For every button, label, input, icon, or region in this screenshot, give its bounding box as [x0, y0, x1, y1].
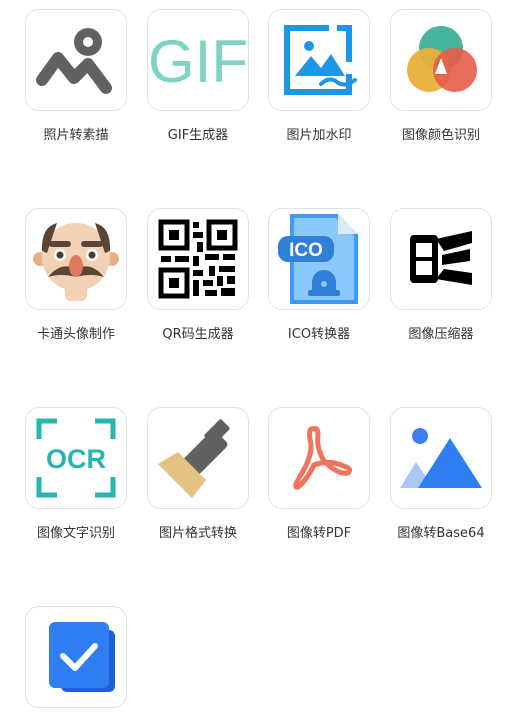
- cartoon-avatar-icon: [25, 208, 127, 310]
- tool-label: 图像文字识别: [36, 526, 115, 541]
- qr-code-icon: [147, 208, 249, 310]
- tool-label: 照片转素描: [43, 128, 109, 143]
- tool-label: 图像颜色识别: [401, 128, 480, 143]
- tool-label: 图片格式转换: [158, 526, 237, 541]
- tool-label: ICO转换器: [287, 327, 351, 342]
- ocr-icon: OCR: [25, 407, 127, 509]
- ocr-text: OCR: [46, 444, 106, 474]
- brush-icon: [147, 407, 249, 509]
- tool-label: GIF生成器: [167, 128, 229, 143]
- tool-image-to-pdf[interactable]: 图像转PDF: [268, 407, 372, 541]
- pdf-icon: [268, 407, 370, 509]
- tool-label: 图片加水印: [286, 128, 352, 143]
- tool-gif-generator[interactable]: GIF GIF生成器: [147, 9, 251, 143]
- tool-checklist[interactable]: [25, 606, 129, 721]
- tool-qr-generator[interactable]: QR码生成器: [147, 208, 251, 342]
- tool-watermark[interactable]: 图片加水印: [268, 9, 372, 143]
- tool-color-recognition[interactable]: 图像颜色识别: [390, 9, 494, 143]
- tool-image-compressor[interactable]: 图像压缩器: [390, 208, 494, 342]
- watermark-icon: [268, 9, 370, 111]
- gif-icon: GIF: [147, 9, 249, 111]
- color-recognition-icon: [390, 9, 492, 111]
- gif-text: GIF: [150, 28, 246, 95]
- image-base64-icon: [390, 407, 492, 509]
- tool-image-format-convert[interactable]: 图片格式转换: [147, 407, 251, 541]
- ico-text: ICO: [289, 240, 323, 261]
- tool-ico-converter[interactable]: ICO ICO转换器: [268, 208, 372, 342]
- image-compress-icon: [390, 208, 492, 310]
- checkmark-card-icon: [25, 606, 127, 708]
- tool-photo-sketch[interactable]: 照片转素描: [25, 9, 129, 143]
- ico-file-icon: ICO: [268, 208, 370, 310]
- tool-ocr[interactable]: OCR 图像文字识别: [25, 407, 129, 541]
- tool-label: 卡通头像制作: [36, 327, 115, 342]
- tool-image-to-base64[interactable]: 图像转Base64: [390, 407, 494, 541]
- photo-sketch-icon: [25, 9, 127, 111]
- tool-label: 图像转PDF: [286, 526, 352, 541]
- tool-cartoon-avatar[interactable]: 卡通头像制作: [25, 208, 129, 342]
- tool-label: QR码生成器: [162, 327, 234, 342]
- tool-label: 图像转Base64: [397, 526, 485, 541]
- tool-label: 图像压缩器: [408, 327, 474, 342]
